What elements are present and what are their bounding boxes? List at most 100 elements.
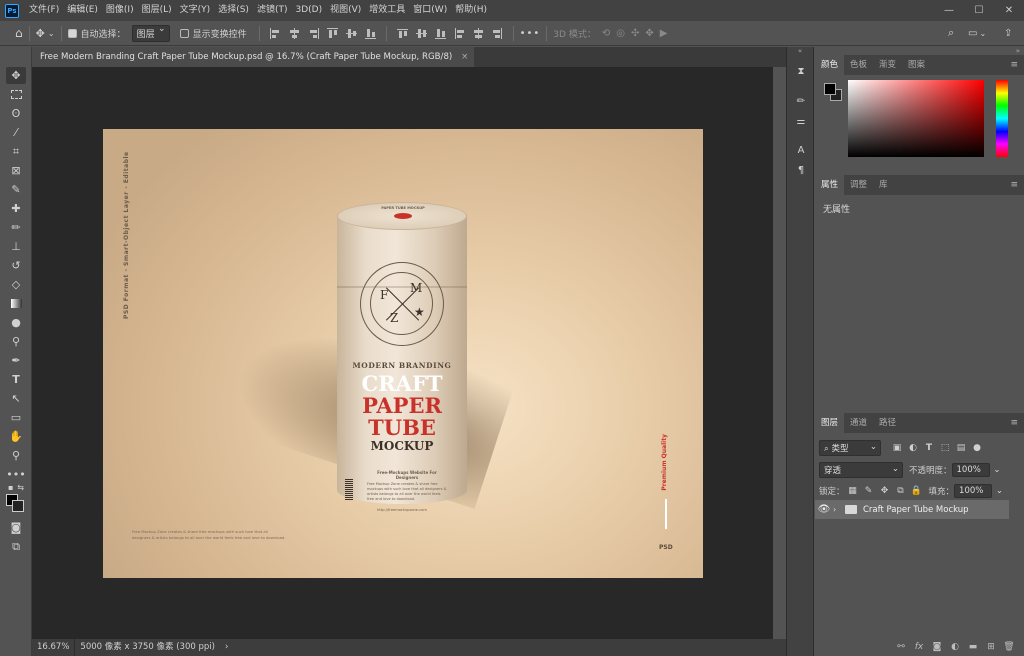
panel-menu-icon[interactable]: ≡	[1010, 418, 1018, 428]
paragraph-panel-icon[interactable]: ¶	[794, 163, 808, 177]
3d-slide-icon[interactable]: ✥	[645, 28, 653, 39]
align-bottom-icon[interactable]	[364, 28, 376, 39]
lock-transparent-icon[interactable]: ▦	[847, 485, 859, 497]
menu-plugins[interactable]: 增效工具	[365, 0, 409, 21]
canvas-area[interactable]: PSD Format - Smart-Object Layer - Editab…	[32, 67, 773, 639]
minimize-button[interactable]: —	[934, 0, 964, 21]
filter-pixel-icon[interactable]: ▣	[891, 442, 903, 454]
distribute-bottom-icon[interactable]	[434, 28, 446, 39]
3d-drag-icon[interactable]: ✣	[631, 28, 639, 39]
tab-libraries[interactable]: 库	[873, 175, 894, 195]
magic-wand-tool-icon[interactable]: ⁄	[6, 124, 26, 141]
close-window-button[interactable]: ✕	[994, 0, 1024, 21]
new-adjustment-icon[interactable]: ◐	[948, 642, 962, 652]
menu-layer[interactable]: 图层(L)	[138, 0, 176, 21]
frame-tool-icon[interactable]: ⊠	[6, 162, 26, 179]
history-panel-icon[interactable]: ⧗	[794, 64, 808, 78]
clone-stamp-tool-icon[interactable]: ⊥	[6, 238, 26, 255]
align-left-icon[interactable]	[269, 27, 281, 39]
expand-group-icon[interactable]: ›	[833, 505, 843, 514]
filter-smart-object-icon[interactable]: ▤	[955, 442, 967, 454]
tab-patterns[interactable]: 图案	[902, 55, 931, 75]
color-picker-field[interactable]	[848, 80, 984, 157]
maximize-button[interactable]: ☐	[964, 0, 994, 21]
hand-tool-icon[interactable]: ✋	[6, 428, 26, 445]
fx-icon[interactable]: fx	[912, 642, 926, 652]
menu-filter[interactable]: 滤镜(T)	[253, 0, 292, 21]
layer-row[interactable]: 👁 › Craft Paper Tube Mockup	[815, 500, 1009, 519]
filter-type-icon[interactable]: T	[923, 442, 935, 454]
quick-mask-icon[interactable]: ◙	[6, 519, 26, 536]
tab-channels[interactable]: 通道	[844, 413, 873, 433]
status-expand-arrow[interactable]: ›	[220, 639, 233, 656]
distribute-right-icon[interactable]	[492, 27, 503, 39]
blur-tool-icon[interactable]: ●	[6, 314, 26, 331]
menu-window[interactable]: 窗口(W)	[409, 0, 451, 21]
lock-image-icon[interactable]: ✎	[863, 485, 875, 497]
3d-roll-icon[interactable]: ◎	[616, 28, 625, 39]
add-mask-icon[interactable]: ◙	[930, 642, 944, 652]
delete-layer-icon[interactable]: 🗑	[1002, 642, 1016, 652]
crop-tool-icon[interactable]: ⌗	[6, 143, 26, 160]
collapse-dock-icon[interactable]: «	[787, 47, 813, 57]
menu-help[interactable]: 帮助(H)	[451, 0, 491, 21]
menu-type[interactable]: 文字(Y)	[176, 0, 215, 21]
distribute-top-icon[interactable]	[396, 28, 408, 39]
auto-select-checkbox[interactable]: 自动选择：	[67, 27, 126, 40]
distribute-middle-icon[interactable]	[415, 28, 427, 39]
panel-menu-icon[interactable]: ≡	[1010, 60, 1018, 70]
link-layers-icon[interactable]: ⚯	[894, 642, 908, 652]
filter-adjustment-icon[interactable]: ◐	[907, 442, 919, 454]
dodge-tool-icon[interactable]: ⚲	[6, 333, 26, 350]
history-brush-tool-icon[interactable]: ↺	[6, 257, 26, 274]
share-icon[interactable]: ⇪	[1004, 28, 1012, 39]
type-tool-icon[interactable]: T	[6, 371, 26, 388]
tab-properties[interactable]: 属性	[815, 175, 845, 195]
menu-select[interactable]: 选择(S)	[214, 0, 253, 21]
menu-view[interactable]: 视图(V)	[326, 0, 365, 21]
visibility-eye-icon[interactable]: 👁	[815, 504, 833, 515]
search-icon[interactable]: ⌕	[948, 26, 954, 40]
adjustments-icon[interactable]: ⚌	[794, 114, 808, 128]
distribute-center-icon[interactable]	[473, 27, 484, 39]
3d-scale-icon[interactable]: ▶	[660, 28, 668, 39]
background-color-swatch[interactable]	[12, 500, 24, 512]
eraser-tool-icon[interactable]: ◇	[6, 276, 26, 293]
eyedropper-tool-icon[interactable]: ✎	[6, 181, 26, 198]
lock-all-icon[interactable]: 🔒	[911, 485, 923, 497]
move-tool-preset-icon[interactable]: ✥ ⌄	[36, 27, 55, 40]
panel-foreground-color[interactable]	[824, 83, 836, 95]
tab-gradients[interactable]: 渐变	[873, 55, 902, 75]
screen-mode-icon[interactable]: ⧉	[6, 538, 26, 555]
align-center-h-icon[interactable]	[289, 27, 300, 39]
align-top-icon[interactable]	[326, 27, 338, 39]
hue-slider[interactable]	[996, 80, 1008, 157]
show-transform-checkbox[interactable]: 显示变换控件	[179, 27, 247, 40]
distribute-left-icon[interactable]	[454, 27, 465, 39]
more-options-button[interactable]: •••	[520, 28, 541, 39]
brush-settings-icon[interactable]: ✏	[794, 94, 808, 108]
menu-edit[interactable]: 编辑(E)	[63, 0, 102, 21]
workspace-icon[interactable]: ▭ ⌄	[968, 28, 986, 39]
path-selection-tool-icon[interactable]: ↖	[6, 390, 26, 407]
home-icon[interactable]: ⌂	[15, 26, 23, 40]
collapse-panels-icon[interactable]: »	[1016, 47, 1020, 55]
new-group-icon[interactable]: ▬	[966, 642, 980, 652]
move-tool-icon[interactable]: ✥	[6, 67, 26, 84]
close-tab-icon[interactable]: ×	[461, 47, 468, 67]
lock-position-icon[interactable]: ✥	[879, 485, 891, 497]
3d-rotate-icon[interactable]: ⟲	[602, 28, 610, 39]
zoom-level[interactable]: 16.67%	[32, 639, 76, 656]
document-tab[interactable]: Free Modern Branding Craft Paper Tube Mo…	[32, 47, 475, 67]
tab-paths[interactable]: 路径	[873, 413, 902, 433]
lasso-tool-icon[interactable]: ʘ	[6, 105, 26, 122]
align-right-icon[interactable]	[308, 27, 319, 39]
character-panel-icon[interactable]: A	[794, 143, 808, 157]
menu-file[interactable]: 文件(F)	[25, 0, 63, 21]
filter-toggle-icon[interactable]: ●	[971, 442, 983, 454]
gradient-tool-icon[interactable]	[6, 295, 26, 312]
pen-tool-icon[interactable]: ✒	[6, 352, 26, 369]
marquee-tool-icon[interactable]	[6, 86, 26, 103]
tab-layers[interactable]: 图层	[815, 413, 845, 433]
align-middle-v-icon[interactable]	[345, 28, 357, 39]
